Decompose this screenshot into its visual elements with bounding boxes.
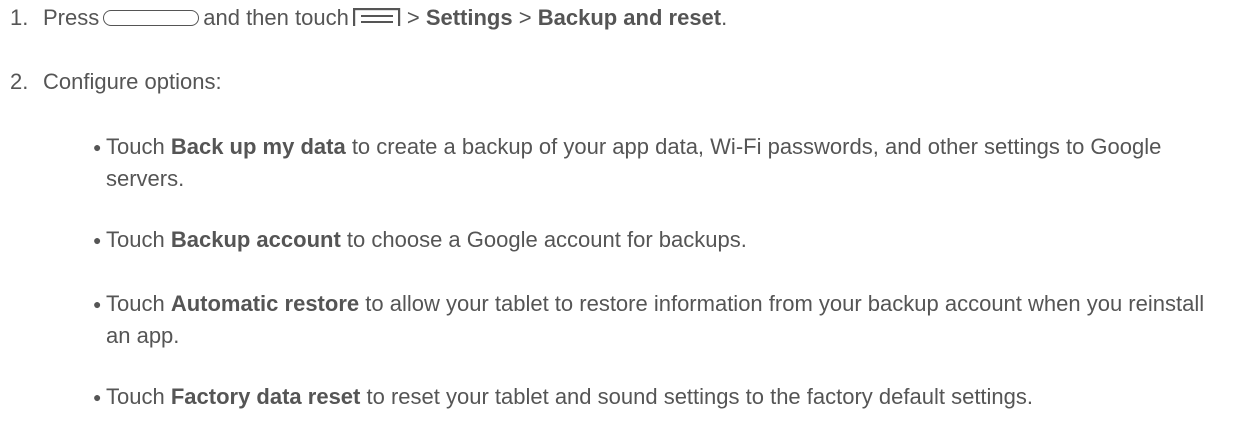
- step-number: 1.: [10, 5, 29, 30]
- list-item: ● Touch Back up my data to create a back…: [93, 131, 1216, 195]
- backup-and-reset-label: Backup and reset: [537, 5, 722, 30]
- step-text: Configure options:: [43, 69, 222, 94]
- bullet-icon: ●: [93, 232, 102, 248]
- bullet-lead: Touch: [106, 384, 165, 409]
- bullet-icon: ●: [93, 139, 102, 155]
- bullet-lead: Touch: [106, 291, 165, 316]
- separator: >: [518, 5, 532, 30]
- step-number: 2.: [10, 69, 29, 94]
- step-2: 2. Configure options:: [10, 69, 222, 95]
- bullet-icon: ●: [93, 389, 102, 405]
- list-item: ● Touch Automatic restore to allow your …: [93, 288, 1216, 352]
- automatic-restore-label: Automatic restore: [170, 291, 360, 316]
- step-1: 1. Press and then touch > Settings > Backu…: [10, 5, 727, 31]
- step-text-press: Press: [43, 5, 100, 30]
- bullet-lead: Touch: [106, 134, 165, 159]
- back-up-my-data-label: Back up my data: [170, 134, 346, 159]
- separator: >: [406, 5, 420, 30]
- settings-label: Settings: [425, 5, 513, 30]
- bullet-text: to reset your tablet and sound settings …: [366, 384, 1034, 409]
- bullet-text: to choose a Google account for backups.: [346, 227, 747, 252]
- factory-data-reset-label: Factory data reset: [170, 384, 361, 409]
- backup-account-label: Backup account: [170, 227, 341, 252]
- period: .: [721, 5, 728, 30]
- home-key-icon: [103, 10, 200, 26]
- bullet-lead: Touch: [106, 227, 165, 252]
- list-item: ● Touch Factory data reset to reset your…: [93, 381, 1216, 413]
- step-text-middle: and then touch: [203, 5, 349, 30]
- list-item: ● Touch Backup account to choose a Googl…: [93, 224, 1216, 256]
- menu-key-icon: [352, 8, 401, 26]
- bullet-icon: ●: [93, 296, 102, 312]
